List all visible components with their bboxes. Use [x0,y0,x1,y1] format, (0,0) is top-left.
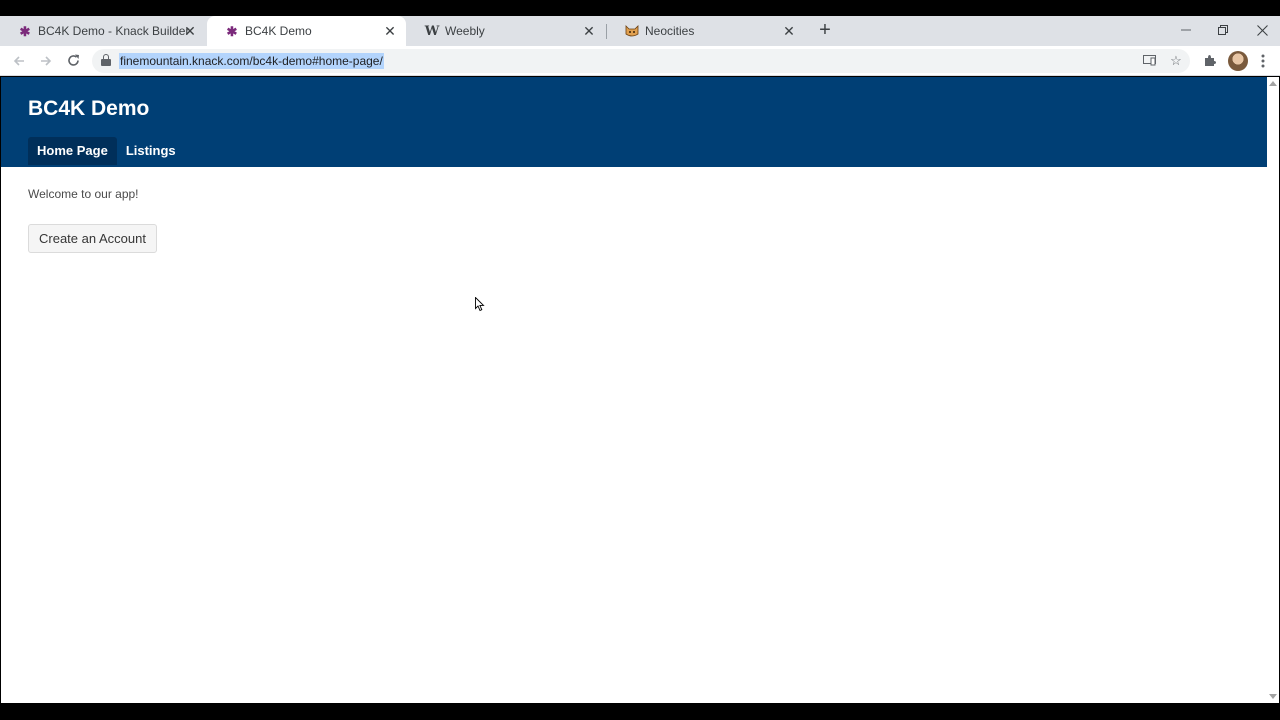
browser-tab-neocities[interactable]: Neocities ✕ [607,16,805,46]
address-bar[interactable]: finemountain.knack.com/bc4k-demo#home-pa… [92,49,1190,73]
extensions-puzzle-icon[interactable] [1198,50,1220,72]
close-icon[interactable]: ✕ [781,23,797,39]
close-icon[interactable]: ✕ [182,23,198,39]
address-url[interactable]: finemountain.knack.com/bc4k-demo#home-pa… [119,53,384,69]
close-icon[interactable]: ✕ [581,23,597,39]
browser-tab-knack-builder[interactable]: ✱ BC4K Demo - Knack Builder ✕ [0,16,206,46]
window-close-icon[interactable] [1243,16,1280,46]
tab-title: BC4K Demo - Knack Builder [38,24,190,38]
page-viewport: BC4K Demo Home Page Listings Welcome to … [1,77,1279,703]
nav-item-home-page[interactable]: Home Page [28,137,117,165]
browser-tab-strip: ✱ BC4K Demo - Knack Builder ✕ ✱ BC4K Dem… [0,16,1280,46]
minimize-icon[interactable] [1167,16,1205,46]
new-tab-button[interactable]: + [814,19,836,43]
screen-frame: ✱ BC4K Demo - Knack Builder ✕ ✱ BC4K Dem… [0,0,1280,720]
app-title[interactable]: BC4K Demo [28,97,149,121]
knack-asterisk-icon: ✱ [19,23,31,39]
knack-asterisk-icon: ✱ [226,23,238,39]
cast-icon[interactable] [1140,52,1158,70]
reload-icon[interactable] [61,49,85,73]
kebab-menu-icon[interactable] [1252,50,1274,72]
close-icon[interactable]: ✕ [382,23,398,39]
star-icon[interactable]: ☆ [1167,52,1185,70]
browser-toolbar: finemountain.knack.com/bc4k-demo#home-pa… [0,46,1280,76]
app-nav: Home Page Listings [28,137,185,165]
nav-item-listings[interactable]: Listings [117,137,185,165]
restore-icon[interactable] [1204,16,1242,46]
app-header: BC4K Demo Home Page Listings [1,77,1267,167]
create-account-button[interactable]: Create an Account [28,224,157,253]
lock-icon[interactable] [101,54,111,68]
forward-arrow-icon[interactable] [34,49,58,73]
weebly-w-icon: W [424,23,440,39]
back-arrow-icon[interactable] [7,49,31,73]
welcome-text: Welcome to our app! [28,187,139,201]
scroll-up-arrow-icon[interactable] [1269,81,1277,86]
profile-avatar[interactable] [1228,51,1248,71]
page-scrollbar[interactable] [1267,77,1279,703]
scroll-down-arrow-icon[interactable] [1269,694,1277,699]
neocities-cat-icon [625,24,639,38]
browser-tab-bc4k-demo[interactable]: ✱ BC4K Demo ✕ [207,16,406,46]
browser-tab-weebly[interactable]: W Weebly ✕ [407,16,605,46]
